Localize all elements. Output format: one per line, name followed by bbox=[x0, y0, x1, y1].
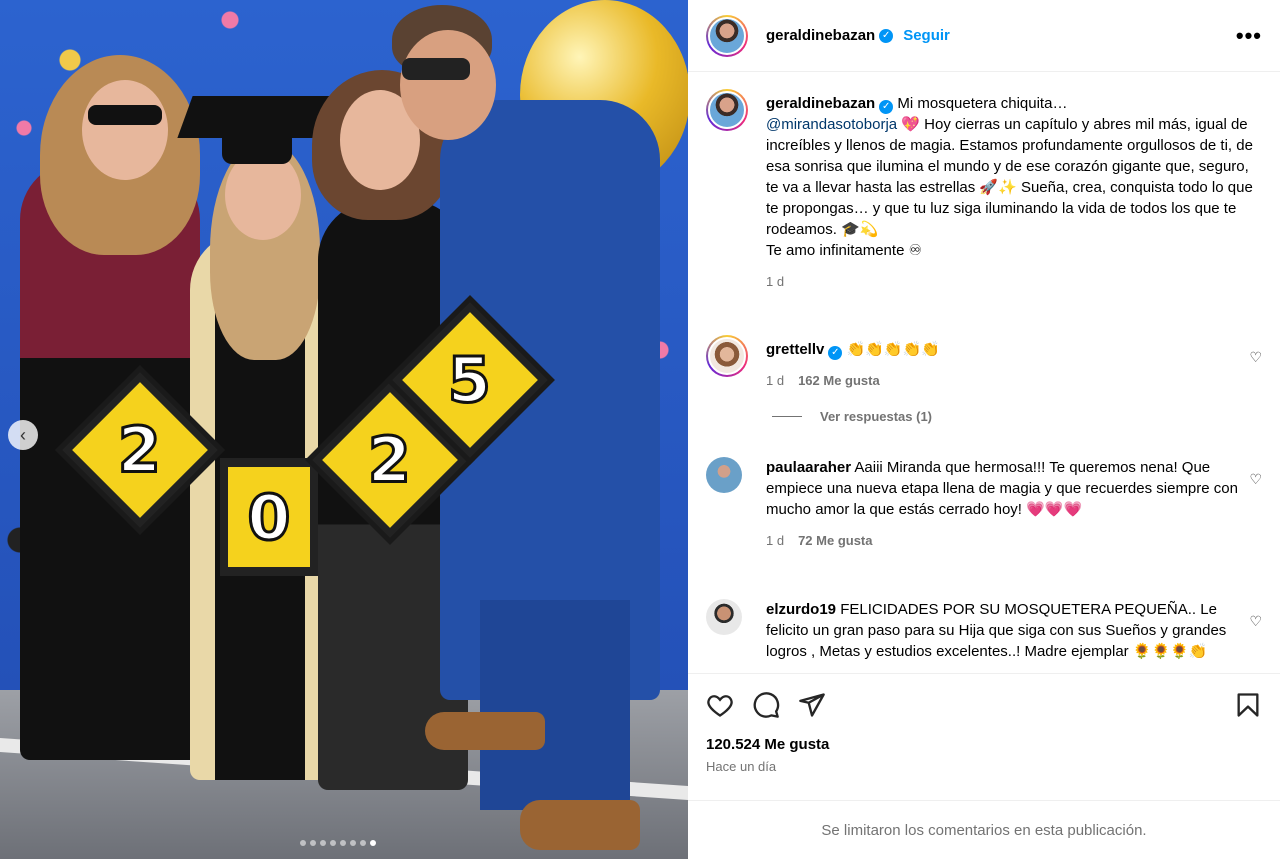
post-panel: geraldinebazan ✓ Seguir ••• geraldinebaz… bbox=[688, 0, 1280, 859]
comment-like-icon[interactable]: ♡ bbox=[1249, 349, 1262, 366]
comment-like-icon[interactable]: ♡ bbox=[1249, 613, 1262, 630]
author-avatar[interactable] bbox=[706, 89, 748, 131]
post-header: geraldinebazan ✓ Seguir ••• bbox=[688, 0, 1280, 72]
comment-time[interactable]: 1 d bbox=[766, 533, 784, 548]
likes-count[interactable]: 120.524 Me gusta bbox=[706, 736, 1262, 753]
comment-username[interactable]: paulaaraher bbox=[766, 459, 851, 476]
comment-username[interactable]: elzurdo19 bbox=[766, 601, 836, 618]
more-options-icon[interactable]: ••• bbox=[1236, 24, 1262, 46]
caption-line: Mi mosquetera chiquita… bbox=[893, 95, 1068, 112]
caption-text: geraldinebazan ✓ Mi mosquetera chiquita… … bbox=[766, 93, 1262, 261]
carousel-prev-button[interactable]: ‹ bbox=[8, 420, 38, 450]
mention-link[interactable]: @mirandasotoborja bbox=[766, 116, 897, 133]
comments-list[interactable]: geraldinebazan ✓ Mi mosquetera chiquita… … bbox=[688, 73, 1280, 673]
heart-icon[interactable] bbox=[706, 691, 734, 719]
comment-meta: 1 d 72 Me gusta bbox=[766, 530, 1262, 551]
commenter-avatar[interactable] bbox=[706, 599, 742, 635]
comment-text: FELICIDADES POR SU MOSQUETERA PEQUEÑA.. … bbox=[766, 601, 1227, 660]
comment-item: grettellv ✓ 👏👏👏👏👏 1 d 162 Me gusta ♡ bbox=[706, 335, 1262, 391]
comment-body: grettellv ✓ 👏👏👏👏👏 1 d 162 Me gusta bbox=[766, 339, 1262, 391]
comment-body: elzurdo19 FELICIDADES POR SU MOSQUETERA … bbox=[766, 599, 1262, 662]
carousel-dots bbox=[300, 840, 376, 846]
carousel-dot[interactable] bbox=[330, 840, 336, 846]
comment-like-icon[interactable]: ♡ bbox=[1249, 471, 1262, 488]
comment-body: paulaaraher Aaiii Miranda que hermosa!!!… bbox=[766, 457, 1262, 551]
action-icons bbox=[706, 688, 1262, 722]
author-username[interactable]: geraldinebazan bbox=[766, 27, 875, 44]
comment-username[interactable]: grettellv bbox=[766, 341, 824, 358]
comment-text: 👏👏👏👏👏 bbox=[842, 341, 940, 358]
caption-username[interactable]: geraldinebazan bbox=[766, 95, 875, 112]
caption-time[interactable]: 1 d bbox=[766, 274, 784, 289]
comment-meta: 1 d 162 Me gusta bbox=[766, 370, 1262, 391]
comment-icon[interactable] bbox=[752, 691, 780, 719]
carousel-dot[interactable] bbox=[360, 840, 366, 846]
carousel-dot[interactable] bbox=[310, 840, 316, 846]
carousel-dot[interactable] bbox=[370, 840, 376, 846]
caption: geraldinebazan ✓ Mi mosquetera chiquita… … bbox=[706, 89, 1262, 292]
save-icon[interactable] bbox=[1234, 691, 1262, 719]
shoe bbox=[520, 800, 640, 850]
follow-button[interactable]: Seguir bbox=[903, 27, 950, 44]
caption-closing: Te amo infinitamente ♾ bbox=[766, 242, 923, 259]
carousel-dot[interactable] bbox=[320, 840, 326, 846]
carousel-dot[interactable] bbox=[350, 840, 356, 846]
comments-limited-notice: Se limitaron los comentarios en esta pub… bbox=[688, 800, 1280, 859]
sign-digit: 0 bbox=[220, 458, 318, 576]
view-replies-button[interactable]: Ver respuestas (1) bbox=[772, 409, 932, 424]
sunglasses bbox=[88, 105, 162, 125]
comment-item: elzurdo19 FELICIDADES POR SU MOSQUETERA … bbox=[706, 599, 1262, 662]
caption-body: geraldinebazan ✓ Mi mosquetera chiquita… … bbox=[766, 93, 1262, 292]
comment-item: paulaaraher Aaiii Miranda que hermosa!!!… bbox=[706, 457, 1262, 551]
carousel-dot[interactable] bbox=[340, 840, 346, 846]
post-time[interactable]: Hace un día bbox=[706, 759, 1262, 774]
post-photo[interactable]: 2 0 2 5 ‹ bbox=[0, 0, 688, 859]
verified-icon: ✓ bbox=[879, 100, 894, 114]
post-actions: 120.524 Me gusta Hace un día bbox=[688, 673, 1280, 774]
carousel-dot[interactable] bbox=[300, 840, 306, 846]
comment-likes[interactable]: 72 Me gusta bbox=[798, 533, 872, 548]
share-icon[interactable] bbox=[798, 691, 826, 719]
comment-time[interactable]: 1 d bbox=[766, 373, 784, 388]
caption-line: 💖 Hoy cierras un capítulo y abres mil má… bbox=[766, 116, 1253, 238]
commenter-avatar[interactable] bbox=[706, 457, 742, 493]
comment-likes[interactable]: 162 Me gusta bbox=[798, 373, 880, 388]
author-avatar[interactable] bbox=[706, 14, 748, 57]
graduation-cap bbox=[222, 128, 292, 164]
verified-icon: ✓ bbox=[828, 346, 843, 360]
verified-icon: ✓ bbox=[879, 28, 894, 43]
shoe bbox=[425, 712, 545, 750]
head bbox=[400, 30, 496, 140]
sunglasses bbox=[402, 58, 470, 80]
caption-meta: 1 d bbox=[766, 271, 1262, 292]
commenter-avatar[interactable] bbox=[706, 335, 748, 377]
head bbox=[82, 80, 168, 180]
man-legs bbox=[480, 600, 630, 810]
